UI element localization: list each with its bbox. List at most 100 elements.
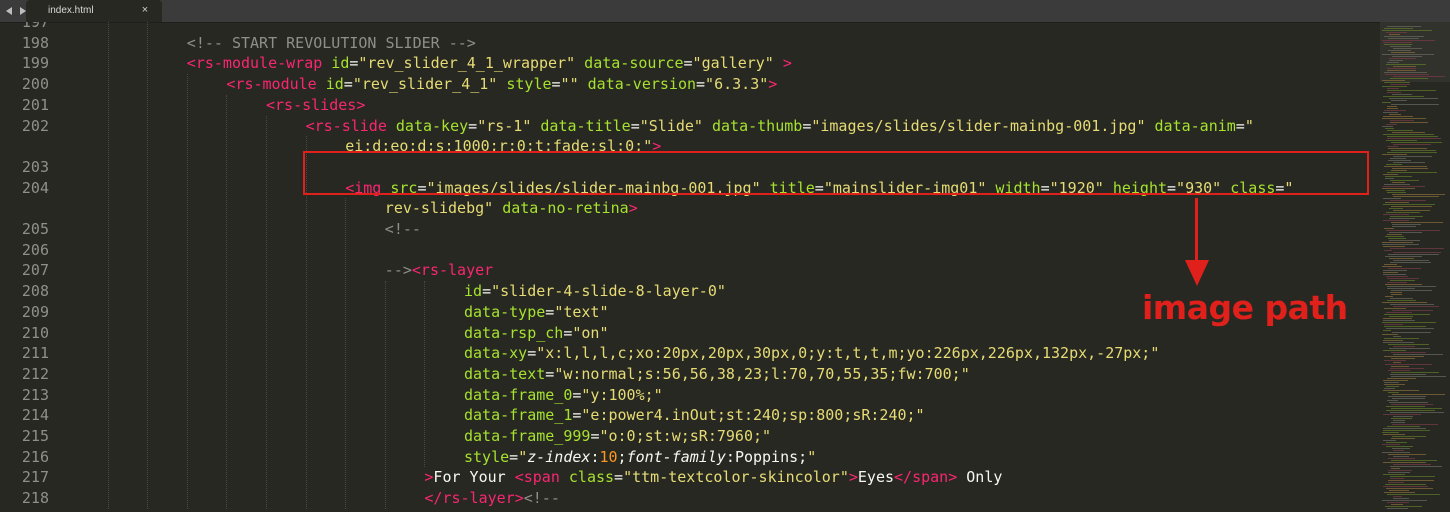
minimap-line [1383,474,1405,475]
minimap-line [1392,310,1433,311]
minimap-line [1388,38,1419,39]
code-token: id [331,54,350,73]
code-line[interactable]: > For Your <span class="ttm-textcolor-ski… [424,467,1002,487]
code-line[interactable]: style="z-index:10;font-family:Poppins;" [464,447,816,467]
code-token: 10 [599,447,618,466]
code-token: = [343,75,353,94]
code-line[interactable]: <rs-module-wrap id = "rev_slider_4_1_wrapp… [187,53,792,73]
minimap-line [1393,362,1401,363]
minimap-line [1383,116,1413,117]
minimap-line [1385,236,1404,237]
minimap-line [1390,292,1402,293]
minimap-line [1392,194,1445,195]
minimap-line [1382,302,1427,303]
minimap-line [1388,160,1411,161]
minimap-line [1384,314,1430,315]
tab-close-icon[interactable]: × [140,4,150,16]
minimap-line [1386,488,1433,489]
minimap-line [1382,40,1435,41]
minimap-line [1385,176,1412,177]
code-line[interactable]: id="slider-4-slide-8-layer-0" [464,281,726,301]
code-line[interactable]: data-frame_0="y:100%;" [464,385,663,405]
minimap-line [1382,452,1410,453]
code-token: = [630,116,640,135]
minimap-line [1383,112,1398,113]
minimap-line [1392,448,1410,449]
code-token: Only [957,468,1003,487]
minimap-line [1391,294,1402,295]
code-token: <rs-layer [411,261,494,280]
minimap-line [1389,208,1403,209]
minimap[interactable] [1380,22,1450,512]
minimap-line [1392,224,1421,225]
code-line[interactable]: --><rs-layer [385,260,493,280]
minimap-line [1383,220,1409,221]
code-line[interactable]: data-type="text" [464,302,609,322]
code-editor[interactable]: 197 198 199 200 201 202 203 204 205 206 207 208 209 2… [0,22,1380,512]
code-token: </span> [894,468,958,487]
minimap-line [1383,462,1426,463]
minimap-line [1383,186,1425,187]
indent-guide [107,22,109,509]
minimap-line [1393,450,1404,451]
minimap-line [1390,466,1442,467]
minimap-line [1393,156,1432,157]
code-line[interactable]: data-rsp_ch="on" [464,323,609,343]
minimap-line [1393,456,1409,457]
code-area[interactable]: <!-- START REVOLUTION SLIDER --> <rs-modu… [0,22,1380,512]
indent-guide [266,115,267,509]
minimap-line [1384,110,1406,111]
code-token: = [545,364,555,383]
minimap-line [1383,320,1415,321]
code-token: "rev_slider_4_1_wrapper" [358,54,576,73]
code-line[interactable]: <!-- START REVOLUTION SLIDER --> [187,33,476,53]
minimap-line [1384,228,1394,229]
minimap-line [1391,206,1432,207]
code-token: = [509,447,519,466]
code-line[interactable]: data-text="w:normal;s:56,56,38,23;l:70,7… [464,364,970,384]
minimap-line [1384,44,1412,45]
minimap-line [1387,502,1409,503]
code-line[interactable]: <!-- [385,219,421,239]
code-line[interactable]: <rs-slide data-key="rs-1" data-title="Sl… [306,116,1254,136]
code-line[interactable]: </rs-layer><!-- [424,488,559,508]
minimap-line [1393,416,1413,417]
code-line[interactable]: rev-slidebg" data-no-retina> [385,198,638,218]
minimap-line [1389,232,1422,233]
code-token: > [768,75,778,94]
minimap-line [1389,240,1420,241]
code-line[interactable]: <rs-slides> [266,95,365,115]
tab-back-icon[interactable] [4,4,14,18]
minimap-line [1391,372,1439,373]
minimap-line [1389,402,1428,403]
minimap-line [1393,144,1431,145]
code-token: data-frame_999 [464,427,591,445]
code-token: <rs-module [226,75,317,94]
code-token: "images/slides/slider-mainbg-001.jpg" [811,116,1146,135]
code-token: data-version [587,75,697,94]
minimap-line [1392,394,1445,395]
minimap-line [1384,72,1427,73]
code-line[interactable]: data-frame_1="e:power4.inOut;st:240;sp:8… [464,405,925,425]
code-token: "rev_slider_4_1" [352,75,498,94]
minimap-line [1391,422,1405,423]
tab-index-html[interactable]: index.html × [26,0,162,22]
minimap-line [1385,284,1422,285]
code-token: = [1235,116,1245,135]
minimap-line [1393,210,1430,211]
minimap-line [1382,244,1419,245]
code-line[interactable]: data-xy="x:l,l,l,c;xo:20px,20px,30px,0;y… [464,343,1159,363]
minimap-line [1393,162,1425,163]
minimap-line [1386,32,1407,33]
minimap-line [1383,246,1405,247]
annotation-arrow-down-icon [1185,260,1209,286]
tab-title: index.html [48,5,94,16]
indent-guide [424,281,426,468]
minimap-line [1384,308,1406,309]
code-line[interactable]: data-frame_999="o:0;st:w;sR:7960;" [464,426,771,446]
minimap-line [1384,326,1426,327]
minimap-line [1382,242,1413,243]
minimap-line [1393,252,1441,253]
minimap-line [1387,152,1437,153]
code-line[interactable]: <rs-module id="rev_slider_4_1" style="" … [226,74,777,94]
